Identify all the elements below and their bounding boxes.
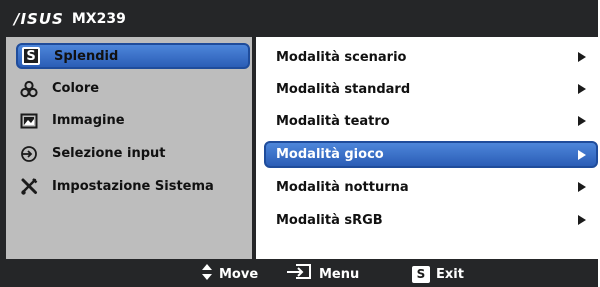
chevron-right-icon (578, 84, 586, 94)
exit-label: Exit (436, 266, 464, 282)
color-icon (18, 78, 40, 100)
menu-item-splendid[interactable]: S Splendid (16, 43, 250, 69)
input-select-icon (18, 143, 40, 165)
image-icon (18, 110, 40, 132)
menu-item-label: Selezione input (52, 146, 166, 161)
main-menu-panel: S Splendid Colore Immagine Selezione inp… (6, 37, 252, 259)
submenu-item-label: Modalità scenario (276, 49, 407, 65)
menu-item-selezione-input[interactable]: Selezione input (14, 141, 250, 166)
chevron-right-icon (578, 52, 586, 62)
submenu-item-label: Modalità gioco (276, 147, 384, 162)
submenu-item-gioco[interactable]: Modalità gioco (264, 141, 598, 168)
submenu-item-scenario[interactable]: Modalità scenario (276, 44, 598, 70)
chevron-right-icon (578, 215, 586, 225)
submenu-item-srgb[interactable]: Modalità sRGB (276, 207, 598, 233)
title-bar: /ISUS MX239 (0, 0, 598, 37)
chevron-right-icon (578, 150, 586, 160)
menu-item-colore[interactable]: Colore (14, 76, 250, 101)
move-label: Move (219, 266, 259, 282)
updown-arrows-icon (201, 263, 213, 285)
tools-icon (18, 176, 40, 198)
model-name: MX239 (71, 11, 126, 27)
splendid-key-icon: S (412, 265, 430, 283)
submenu-panel: Modalità scenario Modalità standard Moda… (256, 37, 598, 259)
menu-item-label: Splendid (54, 48, 119, 64)
submenu-item-teatro[interactable]: Modalità teatro (276, 108, 598, 134)
submenu-item-label: Modalità teatro (276, 113, 390, 129)
brand: /ISUS MX239 (14, 10, 126, 28)
chevron-right-icon (578, 116, 586, 126)
menu-item-immagine[interactable]: Immagine (14, 108, 250, 133)
chevron-right-icon (578, 182, 586, 192)
menu-label: Menu (319, 266, 360, 282)
key-hint-bar: Move Menu S Exit (0, 259, 598, 287)
submenu-item-standard[interactable]: Modalità standard (276, 76, 598, 102)
submenu-item-label: Modalità notturna (276, 179, 409, 195)
asus-logo: /ISUS (14, 10, 64, 28)
move-hint: Move (201, 263, 259, 285)
splendid-s-icon: S (20, 45, 42, 67)
submenu-item-label: Modalità sRGB (276, 212, 383, 228)
submenu-item-notturna[interactable]: Modalità notturna (276, 174, 598, 200)
enter-icon (285, 263, 313, 285)
menu-item-impostazione-sistema[interactable]: Impostazione Sistema (14, 174, 250, 199)
osd-window: /ISUS MX239 S Splendid Colore Immagine S… (0, 0, 598, 287)
menu-item-label: Colore (52, 81, 100, 96)
menu-item-label: Immagine (52, 113, 125, 128)
menu-hint: Menu (285, 263, 360, 285)
submenu-item-label: Modalità standard (276, 81, 411, 97)
exit-hint: S Exit (412, 265, 464, 283)
menu-item-label: Impostazione Sistema (52, 179, 214, 194)
